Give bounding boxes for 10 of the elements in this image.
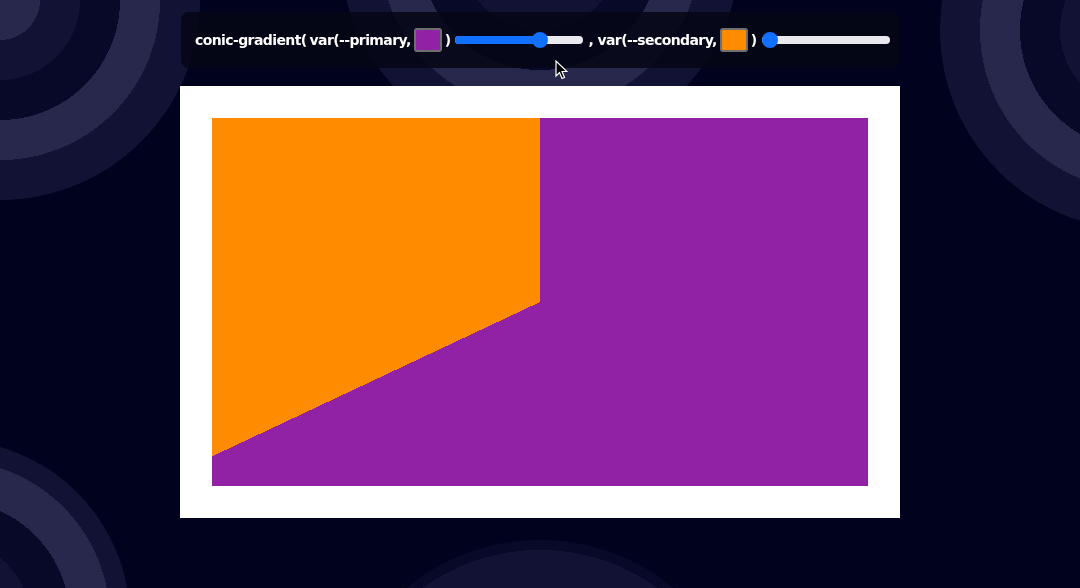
variable-text: var(--primary, <box>309 32 411 48</box>
slider-thumb[interactable] <box>531 32 548 48</box>
function-text: conic-gradient( <box>195 32 307 48</box>
cursor-icon <box>555 60 568 80</box>
slider-thumb[interactable] <box>761 32 778 48</box>
color-swatch[interactable] <box>719 28 748 52</box>
paren-text: ) <box>750 32 757 48</box>
paren-text: ) <box>444 32 451 48</box>
variable-text: , var(--secondary, <box>588 32 717 48</box>
color-swatch[interactable] <box>413 28 442 52</box>
